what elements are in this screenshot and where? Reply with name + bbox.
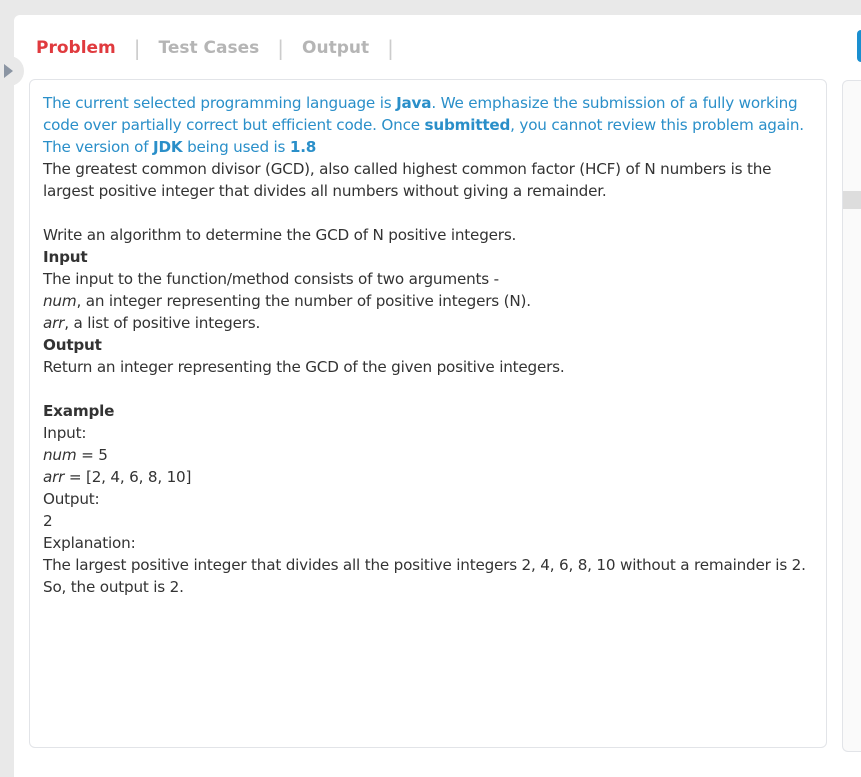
arg-value: = 5 [76, 446, 108, 464]
editor-panel [842, 80, 861, 752]
example-arr: arr = [2, 4, 6, 8, 10] [43, 466, 813, 488]
example-explanation: The largest positive integer that divide… [43, 556, 806, 574]
arg-value: = [2, 4, 6, 8, 10] [64, 468, 192, 486]
language-notice: The current selected programming languag… [43, 92, 813, 158]
tab-output[interactable]: Output [302, 38, 369, 58]
tab-test-cases[interactable]: Test Cases [159, 38, 260, 58]
arg-arr: arr, a list of positive integers. [43, 312, 813, 334]
arg-desc: , a list of positive integers. [64, 314, 261, 332]
arg-name: arr [43, 314, 65, 332]
action-button[interactable] [857, 30, 861, 62]
notice-bold: JDK [153, 138, 183, 156]
notice-text: being used is [182, 138, 290, 156]
language-name: Java [396, 94, 432, 112]
example-output-value: 2 [43, 512, 53, 530]
arg-num: num, an integer representing the number … [43, 290, 813, 312]
example-conclusion: So, the output is 2. [43, 578, 184, 596]
example-input-label: Input: [43, 424, 87, 442]
tab-divider: | [277, 36, 285, 60]
notice-bold: submitted [424, 116, 511, 134]
tab-bar: Problem | Test Cases | Output | [36, 36, 412, 60]
output-desc: Return an integer representing the GCD o… [43, 358, 565, 376]
input-heading: Input [43, 248, 88, 266]
output-heading: Output [43, 336, 102, 354]
tab-problem[interactable]: Problem [36, 38, 116, 58]
tab-divider: | [133, 36, 141, 60]
arg-desc: , an integer representing the number of … [76, 292, 531, 310]
arg-name: num [43, 446, 77, 464]
jdk-version: 1.8 [289, 138, 317, 156]
problem-task: Write an algorithm to determine the GCD … [43, 226, 517, 244]
example-heading: Example [43, 402, 115, 420]
problem-intro: The greatest common divisor (GCD), also … [43, 160, 772, 200]
tab-divider: | [387, 36, 394, 60]
input-desc: The input to the function/method consist… [43, 270, 499, 288]
problem-panel: The current selected programming languag… [29, 79, 827, 748]
editor-toolbar [843, 191, 861, 209]
example-num: num = 5 [43, 444, 813, 466]
example-explanation-label: Explanation: [43, 534, 136, 552]
arg-name: num [43, 292, 77, 310]
arg-name: arr [43, 468, 65, 486]
example-output-label: Output: [43, 490, 100, 508]
notice-text: The current selected programming languag… [43, 94, 397, 112]
